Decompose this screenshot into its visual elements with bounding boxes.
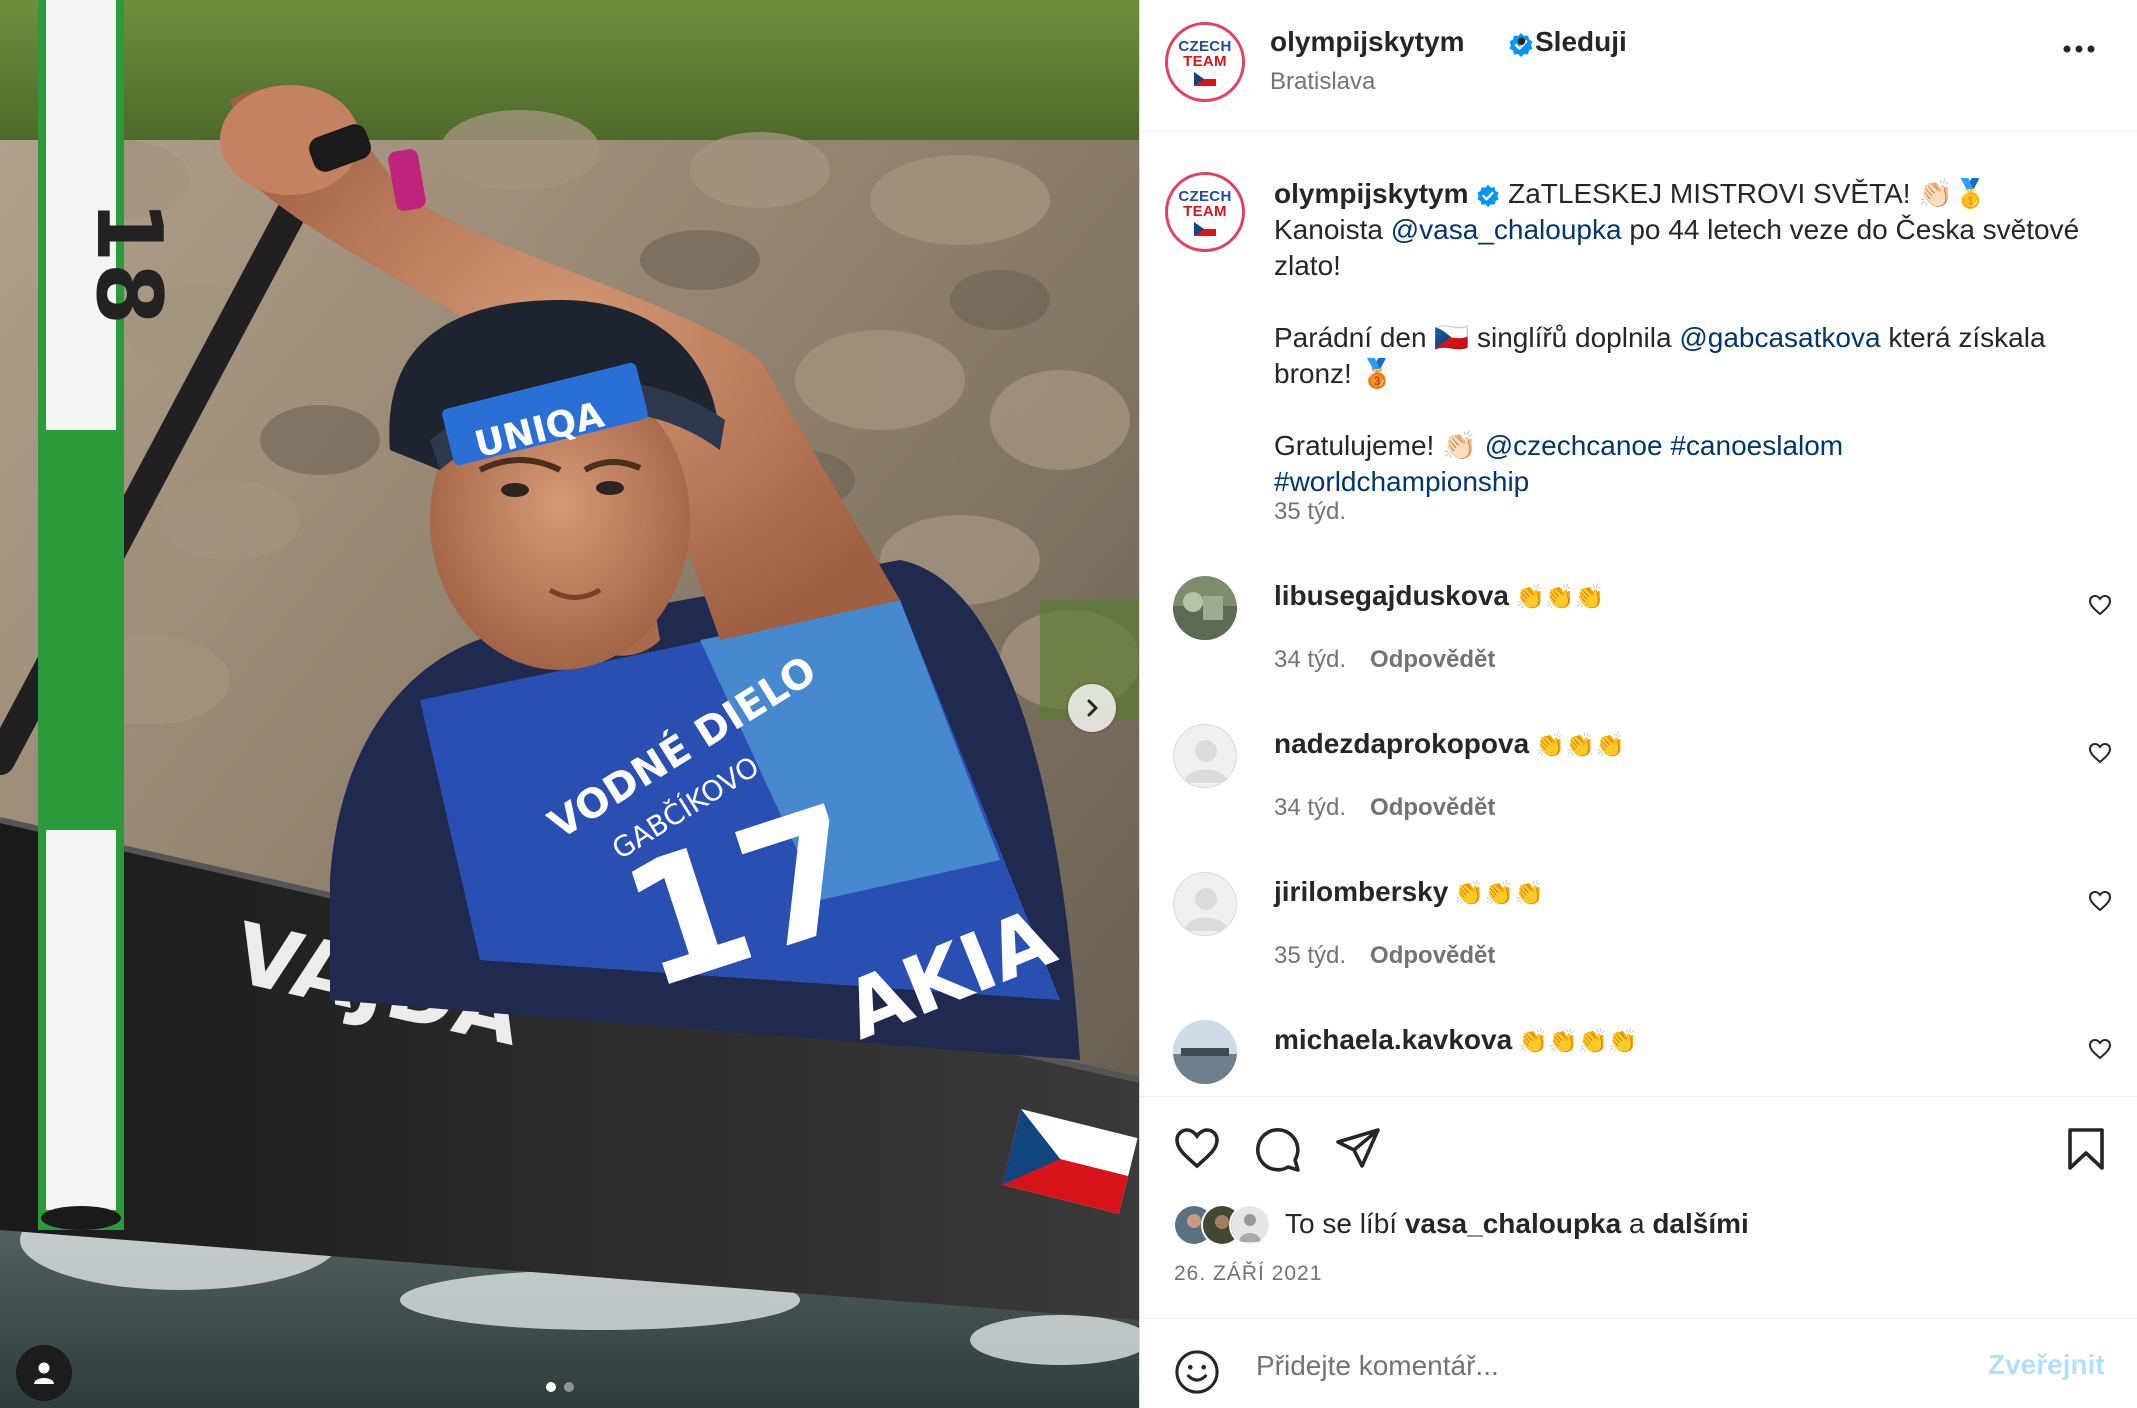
- likes-summary: To se líbí vasa_chaloupka a dalšími: [1173, 1204, 1749, 1246]
- liker-avatars[interactable]: [1173, 1204, 1277, 1246]
- post-header: CZECH TEAM olympijskytym • Sleduji Brati…: [1140, 0, 2137, 132]
- avatar-photo: [1231, 1206, 1269, 1244]
- likes-text: To se líbí vasa_chaloupka a dalšími: [1285, 1208, 1749, 1239]
- comment-item: libusegajduskova 👏👏👏 34 týd. Odpovědět: [1140, 576, 2137, 716]
- tagged-users-button[interactable]: [16, 1345, 72, 1401]
- avatar-photo: [1173, 576, 1237, 640]
- post-photo[interactable]: VAJDA VODNÉ DIELO GABČÍKOVO 17 AKIA: [0, 0, 1139, 1408]
- comment-time[interactable]: 35 týd.: [1274, 942, 1346, 969]
- actions-divider: [1140, 1096, 2137, 1097]
- chevron-right-icon: [1087, 699, 1098, 717]
- caption-timestamp[interactable]: 35 týd.: [1274, 498, 1346, 526]
- logo-text-czech: CZECH: [1178, 187, 1232, 205]
- comment-time[interactable]: 34 týd.: [1274, 794, 1346, 821]
- comment-heart-icon[interactable]: [2088, 1038, 2112, 1060]
- comment-text: 👏👏👏: [1535, 732, 1625, 759]
- carousel-next-button[interactable]: [1068, 684, 1116, 732]
- likes-others-link[interactable]: dalšími: [1652, 1208, 1748, 1239]
- canoe-slalom-image: VAJDA VODNÉ DIELO GABČÍKOVO 17 AKIA: [0, 0, 1139, 1408]
- gate-number: 18: [76, 200, 181, 325]
- comment-input[interactable]: [1254, 1341, 1898, 1391]
- comment-item: michaela.kavkova 👏👏👏👏: [1140, 1020, 2137, 1096]
- emoji-smiley-icon[interactable]: [1174, 1349, 1220, 1395]
- comment-username[interactable]: libusegajduskova 👏👏👏: [1274, 580, 1605, 612]
- caption-paragraph-2: Parádní den 🇨🇿 singlířů doplnila @gabcas…: [1274, 320, 2084, 392]
- post-location[interactable]: Bratislava: [1270, 68, 1375, 96]
- comment-item: jirilombersky 👏👏👏 35 týd. Odpovědět: [1140, 872, 2137, 1012]
- caption-paragraph-3: Gratulujeme! 👏🏻 @czechcanoe #canoeslalom…: [1274, 428, 2084, 500]
- logo-text-team: TEAM: [1183, 52, 1227, 70]
- caption-paragraph-1: olympijskytym ZaTLESKEJ MISTROVI SVĚTA! …: [1274, 176, 2084, 284]
- comment-meta: 34 týd. Odpovědět: [1274, 646, 1495, 674]
- add-comment-bar: Zveřejnit: [1140, 1318, 2137, 1408]
- reply-button[interactable]: Odpovědět: [1370, 794, 1495, 821]
- comment-heart-icon[interactable]: [2088, 742, 2112, 764]
- account-avatar[interactable]: CZECH TEAM: [1165, 22, 1245, 102]
- czech-flag-icon: [1194, 71, 1216, 86]
- account-username[interactable]: olympijskytym: [1270, 26, 1465, 58]
- comment-text: 👏👏👏👏: [1518, 1028, 1638, 1055]
- liker-avatar: [1229, 1204, 1271, 1246]
- caption-body-2a: Parádní den 🇨🇿 singlířů doplnila: [1274, 322, 1672, 353]
- czech-flag-icon: [1194, 221, 1216, 236]
- paper-plane-icon[interactable]: [1334, 1126, 1382, 1170]
- caption-body-3: Gratulujeme! 👏🏻: [1274, 430, 1477, 461]
- following-button[interactable]: Sleduji: [1535, 26, 1627, 58]
- carousel-dot-active: [546, 1382, 556, 1392]
- comment-time[interactable]: 34 týd.: [1274, 646, 1346, 673]
- carousel-indicator: [546, 1382, 574, 1392]
- comment-username[interactable]: jirilombersky 👏👏👏: [1274, 876, 1544, 908]
- default-avatar-icon: [1184, 888, 1228, 931]
- comment-item: nadezdaprokopova 👏👏👏 34 týd. Odpovědět: [1140, 724, 2137, 864]
- comment-username[interactable]: nadezdaprokopova 👏👏👏: [1274, 728, 1625, 760]
- comment-heart-icon[interactable]: [2088, 890, 2112, 912]
- default-avatar-icon: [1184, 740, 1228, 783]
- caption-text: olympijskytym ZaTLESKEJ MISTROVI SVĚTA! …: [1274, 176, 2084, 500]
- post-comment-button[interactable]: Zveřejnit: [1988, 1349, 2105, 1381]
- mention-gabcasatkova[interactable]: @gabcasatkova: [1679, 322, 1880, 353]
- comment-text: 👏👏👏: [1514, 584, 1605, 611]
- liker-username[interactable]: vasa_chaloupka: [1405, 1208, 1621, 1239]
- comment-avatar[interactable]: [1173, 1020, 1237, 1084]
- post-details-panel: CZECH TEAM olympijskytym • Sleduji Brati…: [1139, 0, 2137, 1408]
- comment-avatar[interactable]: [1173, 576, 1237, 640]
- person-icon: [34, 1362, 54, 1384]
- comment-meta: 34 týd. Odpovědět: [1274, 794, 1495, 822]
- comment-meta: 35 týd. Odpovědět: [1274, 942, 1495, 970]
- reply-button[interactable]: Odpovědět: [1370, 942, 1495, 969]
- bookmark-icon[interactable]: [2066, 1126, 2106, 1172]
- verified-badge-icon: [1477, 184, 1499, 207]
- logo-text-czech: CZECH: [1178, 37, 1232, 55]
- heart-icon[interactable]: [1173, 1126, 1221, 1170]
- post-date[interactable]: 26. ZÁŘÍ 2021: [1174, 1262, 1322, 1286]
- logo-text-team: TEAM: [1183, 202, 1227, 220]
- hashtag-worldchampionship[interactable]: #worldchampionship: [1274, 466, 1529, 497]
- caption-username[interactable]: olympijskytym: [1274, 178, 1469, 209]
- more-options-icon[interactable]: [2062, 44, 2096, 54]
- carousel-dot: [564, 1382, 574, 1392]
- caption-avatar[interactable]: CZECH TEAM: [1165, 172, 1245, 252]
- comment-avatar-default[interactable]: [1173, 724, 1237, 788]
- comment-bubble-icon[interactable]: [1254, 1126, 1302, 1172]
- comment-username[interactable]: michaela.kavkova 👏👏👏👏: [1274, 1024, 1638, 1056]
- avatar-photo: [1173, 1020, 1237, 1084]
- reply-button[interactable]: Odpovědět: [1370, 646, 1495, 673]
- hashtag-canoeslalom[interactable]: #canoeslalom: [1670, 430, 1843, 461]
- comment-text: 👏👏👏: [1454, 880, 1544, 907]
- mention-vasa-chaloupka[interactable]: @vasa_chaloupka: [1391, 214, 1622, 245]
- header-dot-separator: •: [1517, 26, 1527, 56]
- comment-avatar-default[interactable]: [1173, 872, 1237, 936]
- mention-czechcanoe[interactable]: @czechcanoe: [1485, 430, 1663, 461]
- comment-heart-icon[interactable]: [2088, 594, 2112, 616]
